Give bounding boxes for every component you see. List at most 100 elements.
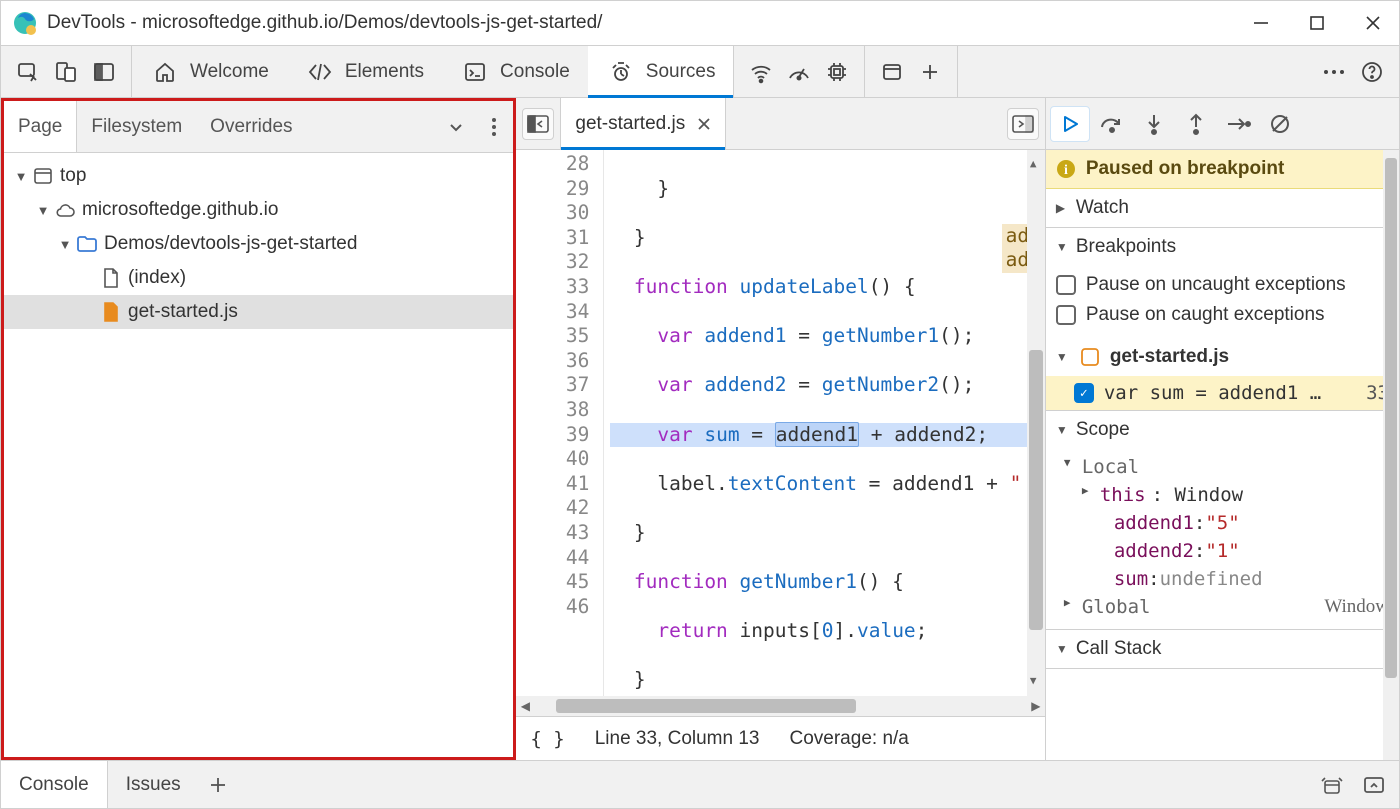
elements-icon	[305, 57, 335, 87]
tab-elements[interactable]: Elements	[287, 46, 442, 97]
callstack-section: ▼Call Stack	[1046, 630, 1399, 669]
tree-origin[interactable]: microsoftedge.github.io	[4, 193, 513, 227]
scope-addend1[interactable]: addend1: "5"	[1056, 509, 1389, 537]
line-gutter[interactable]: 28293031323334353637383940414243444546	[516, 150, 604, 696]
scope-addend2[interactable]: addend2: "1"	[1056, 537, 1389, 565]
pause-caught-row[interactable]: Pause on caught exceptions	[1056, 300, 1389, 330]
tree-file-index[interactable]: (index)	[4, 261, 513, 295]
tree-file-getstarted-label: get-started.js	[128, 301, 238, 323]
folder-icon	[76, 233, 98, 255]
tab-elements-label: Elements	[345, 61, 424, 83]
drawer: Console Issues	[1, 760, 1399, 808]
callstack-header[interactable]: ▼Call Stack	[1046, 630, 1399, 668]
chevron-down-icon[interactable]	[12, 169, 30, 184]
breakpoint-file-row[interactable]: ▼ get-started.js	[1046, 338, 1399, 376]
close-tab-icon[interactable]	[697, 117, 711, 131]
scope-header[interactable]: ▼Scope	[1046, 411, 1399, 449]
device-toggle-icon[interactable]	[51, 57, 81, 87]
application-icon[interactable]	[877, 57, 907, 87]
settings-group	[1307, 46, 1399, 97]
editor-tabs: get-started.js	[516, 98, 1044, 150]
pause-uncaught-row[interactable]: Pause on uncaught exceptions	[1056, 270, 1389, 300]
drawer-issues-icon[interactable]	[1317, 770, 1347, 800]
close-button[interactable]	[1359, 9, 1387, 37]
scope-sum[interactable]: sum: undefined	[1056, 565, 1389, 593]
editor-pane: get-started.js 2829303132333435363738394…	[516, 98, 1045, 760]
debugger-vertical-scrollbar[interactable]	[1383, 150, 1399, 760]
maximize-button[interactable]	[1303, 9, 1331, 37]
breakpoint-entry[interactable]: ✓ var sum = addend1 … 33	[1046, 376, 1399, 410]
edge-logo-icon	[13, 11, 37, 35]
editor-vertical-scrollbar[interactable]: ▲▼	[1027, 150, 1045, 696]
toggle-navigator-button[interactable]	[522, 108, 554, 140]
tree-folder[interactable]: Demos/devtools-js-get-started	[4, 227, 513, 261]
main-toolbar: Welcome Elements Console Sources	[1, 46, 1399, 98]
tree-top[interactable]: top	[4, 159, 513, 193]
tab-sources-label: Sources	[646, 61, 716, 83]
drawer-tab-console[interactable]: Console	[1, 761, 108, 808]
breakpoints-header[interactable]: ▼Breakpoints	[1046, 228, 1399, 266]
js-file-badge-icon	[1080, 347, 1100, 367]
network-conditions-icon[interactable]	[746, 57, 776, 87]
tab-console[interactable]: Console	[442, 46, 588, 97]
inspect-icon[interactable]	[13, 57, 43, 87]
step-over-button[interactable]	[1092, 106, 1132, 142]
tree-top-label: top	[60, 165, 86, 187]
devtools-window: DevTools - microsoftedge.github.io/Demos…	[0, 0, 1400, 809]
nav-tab-overrides[interactable]: Overrides	[196, 101, 306, 152]
drawer-tab-issues[interactable]: Issues	[108, 761, 199, 808]
step-out-button[interactable]	[1176, 106, 1216, 142]
dock-icon[interactable]	[89, 57, 119, 87]
coverage-status: Coverage: n/a	[790, 728, 909, 750]
help-icon[interactable]	[1357, 57, 1387, 87]
file-tree: top microsoftedge.github.io Demos/devtoo…	[4, 153, 513, 757]
document-icon	[100, 267, 122, 289]
editor-statusbar: { } Line 33, Column 13 Coverage: n/a	[516, 716, 1044, 760]
breakpoint-marker[interactable]: 33	[516, 275, 589, 300]
editor-tab-getstarted[interactable]: get-started.js	[560, 98, 726, 149]
pretty-print-button[interactable]: { }	[530, 728, 564, 750]
window-title: DevTools - microsoftedge.github.io/Demos…	[47, 12, 1219, 34]
code-content[interactable]: } } function updateLabel() { var addend1…	[604, 150, 1044, 696]
editor-horizontal-scrollbar[interactable]: ◀▶	[516, 696, 1044, 716]
scope-local[interactable]: ▼Local	[1056, 453, 1389, 481]
resume-button[interactable]	[1050, 106, 1090, 142]
execution-line: var sum = addend1 + addend2;	[610, 423, 1044, 448]
watch-section: ▶Watch	[1046, 189, 1399, 228]
nav-tab-filesystem[interactable]: Filesystem	[77, 101, 196, 152]
tab-sources[interactable]: Sources	[588, 46, 734, 97]
nav-more-icon[interactable]	[479, 112, 509, 142]
more-icon[interactable]	[1319, 57, 1349, 87]
frame-icon	[32, 165, 54, 187]
extra-tool-group	[733, 46, 865, 97]
deactivate-breakpoints-button[interactable]	[1260, 106, 1300, 142]
panels-body: Page Filesystem Overrides top microsofte…	[1, 98, 1399, 760]
editor-tab-label: get-started.js	[575, 113, 685, 135]
js-file-icon	[100, 301, 122, 323]
step-into-button[interactable]	[1134, 106, 1174, 142]
chevron-down-icon[interactable]	[56, 237, 74, 252]
toggle-debugger-button[interactable]	[1007, 108, 1039, 140]
add-tab-icon[interactable]	[915, 57, 945, 87]
add-drawer-tab-icon[interactable]	[203, 770, 233, 800]
chevron-down-icon[interactable]	[34, 203, 52, 218]
drawer-expand-icon[interactable]	[1359, 770, 1389, 800]
scope-this[interactable]: ▶this: Window	[1056, 481, 1389, 509]
debugger-toolbar	[1046, 98, 1399, 150]
scope-global[interactable]: ▶GlobalWindow	[1056, 593, 1389, 621]
debugger-body: i Paused on breakpoint ▶Watch ▼Breakpoin…	[1046, 150, 1399, 760]
step-button[interactable]	[1218, 106, 1258, 142]
code-editor[interactable]: 28293031323334353637383940414243444546 }…	[516, 150, 1044, 696]
home-icon	[150, 57, 180, 87]
nav-tab-page[interactable]: Page	[4, 101, 77, 152]
checkbox-icon[interactable]	[1056, 275, 1076, 295]
performance-icon[interactable]	[784, 57, 814, 87]
tab-welcome[interactable]: Welcome	[132, 46, 287, 97]
minimize-button[interactable]	[1247, 9, 1275, 37]
nav-chevron-down-icon[interactable]	[441, 112, 471, 142]
memory-icon[interactable]	[822, 57, 852, 87]
tree-file-getstarted[interactable]: get-started.js	[4, 295, 513, 329]
checkbox-icon[interactable]	[1056, 305, 1076, 325]
watch-header[interactable]: ▶Watch	[1046, 189, 1399, 227]
checkbox-checked-icon[interactable]: ✓	[1074, 383, 1094, 403]
